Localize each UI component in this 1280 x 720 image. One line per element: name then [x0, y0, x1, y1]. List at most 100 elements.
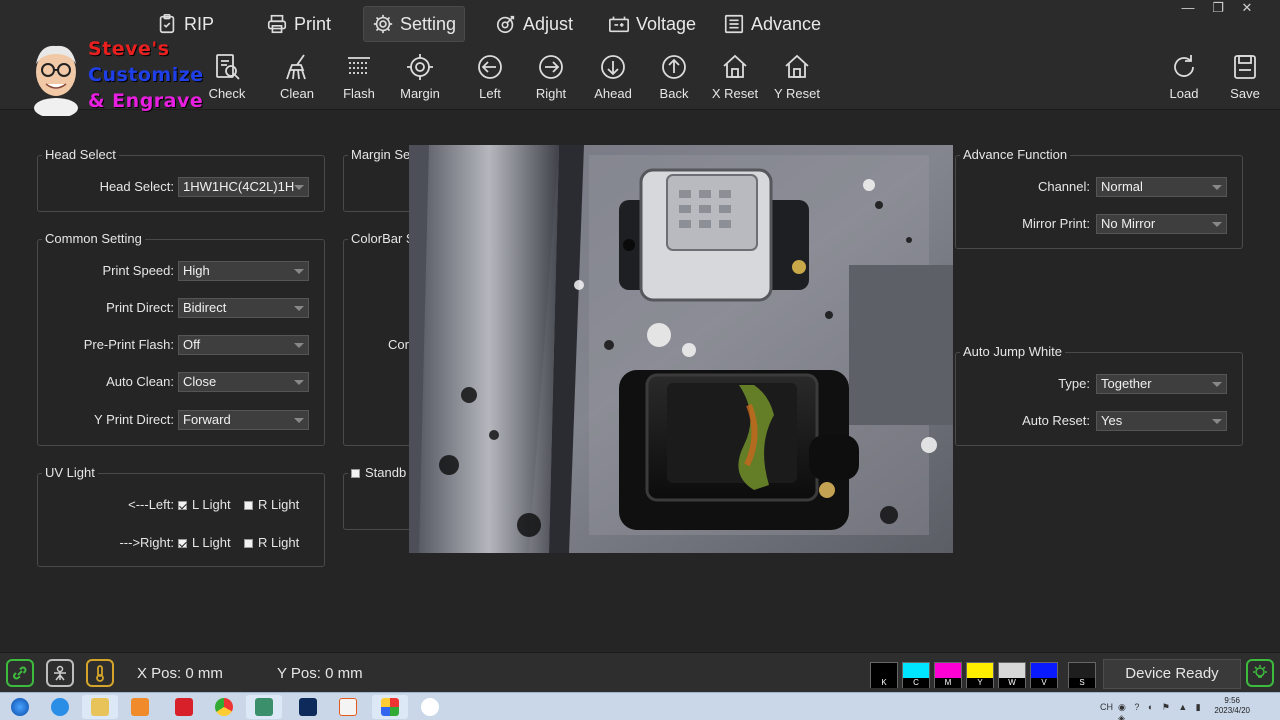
- checkbox-unchecked-icon: [244, 501, 253, 511]
- uv-right-r-light-checkbox[interactable]: R Light: [244, 535, 299, 550]
- menu-rip[interactable]: RIP: [148, 6, 222, 42]
- flash-grid-icon: [348, 57, 370, 74]
- circle-app-icon: [421, 698, 439, 716]
- y-reset-button[interactable]: Y Reset: [766, 52, 828, 108]
- channel-logo: Steve's Customize & Engrave: [26, 38, 203, 118]
- taskbar-rip-app[interactable]: [372, 695, 408, 719]
- flash-button[interactable]: Flash: [328, 52, 390, 108]
- standby-checkbox[interactable]: Standb: [348, 465, 410, 480]
- load-button[interactable]: Load: [1153, 52, 1215, 108]
- menu-advance-label: Advance: [751, 13, 822, 34]
- thermometer-icon: [96, 665, 104, 682]
- chevron-down-icon: [294, 418, 304, 423]
- print-speed-value: High: [183, 263, 210, 278]
- nozzle-icon: [54, 665, 66, 681]
- check-label: Check: [208, 86, 246, 101]
- taskbar-app-red[interactable]: [166, 695, 202, 719]
- chevron-down-icon: [1212, 185, 1222, 190]
- channel-label: Channel:: [1037, 179, 1090, 194]
- printer-icon: [267, 14, 287, 34]
- y-position-readout: Y Pos: 0 mm: [277, 665, 363, 682]
- connection-button[interactable]: [6, 659, 34, 687]
- taskbar-ie[interactable]: [42, 695, 78, 719]
- temperature-button[interactable]: [86, 659, 114, 687]
- pre-print-flash-dropdown[interactable]: Off: [178, 335, 309, 355]
- auto-jump-white-panel: Auto Jump White Type: Together Auto Rese…: [955, 344, 1243, 446]
- menu-print[interactable]: Print: [258, 6, 339, 42]
- clean-button[interactable]: Clean: [266, 52, 328, 108]
- system-tray-icons[interactable]: ◉ ? ◐ ⚑ ▲ ▮ ◈: [1118, 702, 1208, 720]
- taskbar-chrome[interactable]: [206, 695, 242, 719]
- menu-setting[interactable]: Setting: [363, 6, 466, 42]
- right-button[interactable]: Right: [520, 52, 582, 108]
- ink-letter-s: S: [1069, 678, 1095, 688]
- print-speed-dropdown[interactable]: High: [178, 261, 309, 281]
- mirror-print-value: No Mirror: [1101, 216, 1156, 231]
- taskbar-clock[interactable]: 9:56 2023/4/20: [1214, 696, 1250, 716]
- nozzle-status-button[interactable]: [46, 659, 74, 687]
- uv-left-l-light-checkbox[interactable]: L Light: [178, 497, 231, 512]
- menu-print-label: Print: [294, 13, 332, 34]
- menu-adjust[interactable]: Adjust: [487, 6, 581, 42]
- pre-print-flash-label: Pre-Print Flash:: [83, 337, 174, 352]
- type-value: Together: [1101, 376, 1152, 391]
- uv-right-l-light-checkbox[interactable]: L Light: [178, 535, 231, 550]
- auto-clean-dropdown[interactable]: Close: [178, 372, 309, 392]
- checkbox-unchecked-icon: [244, 539, 253, 549]
- taskbar-photoshop[interactable]: [290, 695, 326, 719]
- checkbox-checked-icon: [178, 501, 187, 511]
- menu-setting-label: Setting: [400, 13, 457, 34]
- taskbar-media-player[interactable]: [122, 695, 158, 719]
- clock-date: 2023/4/20: [1214, 706, 1250, 715]
- chevron-down-icon: [1212, 222, 1222, 227]
- check-button[interactable]: Check: [196, 52, 258, 108]
- taskbar-app-white[interactable]: [412, 695, 448, 719]
- head-select-label: Head Select:: [99, 179, 174, 194]
- uv-left-r-light-checkbox[interactable]: R Light: [244, 497, 299, 512]
- taskbar-app-orange[interactable]: [330, 695, 366, 719]
- save-button[interactable]: Save: [1214, 52, 1276, 108]
- head-select-dropdown[interactable]: 1HW1HC(4C2L)1H: [178, 177, 309, 197]
- close-button[interactable]: ✕: [1232, 0, 1262, 18]
- back-button[interactable]: Back: [643, 52, 705, 108]
- mirror-print-label: Mirror Print:: [1022, 216, 1090, 231]
- right-label: Right: [535, 86, 567, 101]
- media-player-icon: [131, 698, 149, 716]
- x-reset-button[interactable]: X Reset: [704, 52, 766, 108]
- menu-advance[interactable]: Advance: [715, 6, 829, 42]
- checkbox-unchecked-icon: [351, 469, 360, 479]
- save-label: Save: [1230, 86, 1260, 101]
- left-button[interactable]: Left: [459, 52, 521, 108]
- ink-level-k: K: [870, 662, 898, 688]
- margin-button[interactable]: Margin: [389, 52, 451, 108]
- y-print-direct-dropdown[interactable]: Forward: [178, 410, 309, 430]
- device-status: Device Ready: [1103, 659, 1241, 689]
- auto-reset-dropdown[interactable]: Yes: [1096, 411, 1227, 431]
- type-dropdown[interactable]: Together: [1096, 374, 1227, 394]
- taskbar-explorer[interactable]: [82, 695, 118, 719]
- maximize-button[interactable]: ❐: [1203, 0, 1233, 18]
- logo-line-1: Steve's: [88, 38, 170, 60]
- language-indicator[interactable]: CH: [1100, 702, 1113, 712]
- channel-dropdown[interactable]: Normal: [1096, 177, 1227, 197]
- back-label: Back: [659, 86, 689, 101]
- office-app-icon: [339, 698, 357, 716]
- ink-level-v: V: [1030, 662, 1058, 688]
- ink-letter-m: M: [935, 678, 961, 688]
- taskbar-app-window[interactable]: [246, 695, 282, 719]
- type-label: Type:: [1058, 376, 1090, 391]
- uv-right-r-light-label: R Light: [258, 535, 300, 550]
- start-button[interactable]: [2, 695, 38, 719]
- head-select-value: 1HW1HC(4C2L)1H: [183, 179, 295, 194]
- mirror-print-dropdown[interactable]: No Mirror: [1096, 214, 1227, 234]
- uv-right-l-light-label: L Light: [192, 535, 231, 550]
- menu-voltage[interactable]: Voltage: [600, 6, 704, 42]
- ahead-button[interactable]: Ahead: [582, 52, 644, 108]
- folder-icon: [91, 698, 109, 716]
- light-status-button[interactable]: [1246, 659, 1274, 687]
- print-direct-dropdown[interactable]: Bidirect: [178, 298, 309, 318]
- minimize-button[interactable]: —: [1173, 0, 1203, 18]
- chrome-icon: [215, 698, 233, 716]
- checkbox-checked-icon: [178, 539, 187, 549]
- common-setting-title: Common Setting: [42, 231, 145, 246]
